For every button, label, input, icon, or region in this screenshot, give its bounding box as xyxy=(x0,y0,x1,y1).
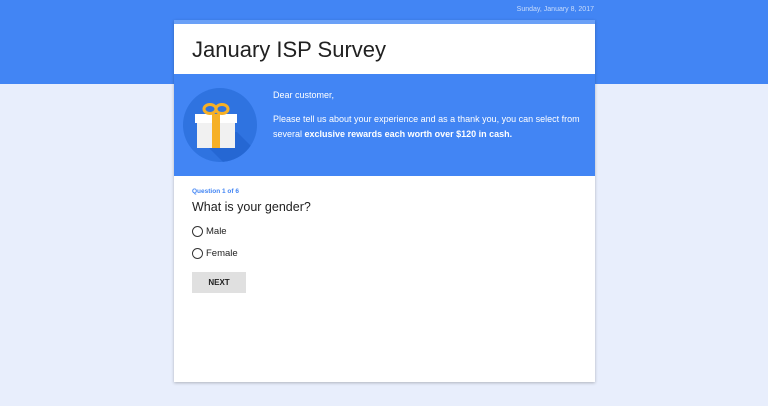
card-accent-bar xyxy=(174,20,595,24)
greeting-text: Dear customer, xyxy=(273,90,335,100)
option-male[interactable]: Male xyxy=(192,226,227,237)
date-label: Sunday, January 8, 2017 xyxy=(516,6,594,13)
question-text: What is your gender? xyxy=(192,200,311,214)
intro-banner: Dear customer, Please tell us about your… xyxy=(174,74,595,176)
question-counter: Question 1 of 6 xyxy=(192,188,239,195)
option-female[interactable]: Female xyxy=(192,248,238,259)
gift-badge xyxy=(183,88,257,162)
radio-male[interactable] xyxy=(192,226,203,237)
intro-message-highlight: exclusive rewards each worth over $120 i… xyxy=(304,129,513,139)
next-button[interactable]: NEXT xyxy=(192,272,246,293)
survey-card: January ISP Survey Dear customer, Please… xyxy=(174,20,595,382)
option-female-label: Female xyxy=(206,248,238,259)
intro-message: Please tell us about your experience and… xyxy=(273,112,585,142)
option-male-label: Male xyxy=(206,226,227,237)
survey-title: January ISP Survey xyxy=(192,37,387,62)
gift-icon xyxy=(195,103,257,162)
radio-female[interactable] xyxy=(192,248,203,259)
